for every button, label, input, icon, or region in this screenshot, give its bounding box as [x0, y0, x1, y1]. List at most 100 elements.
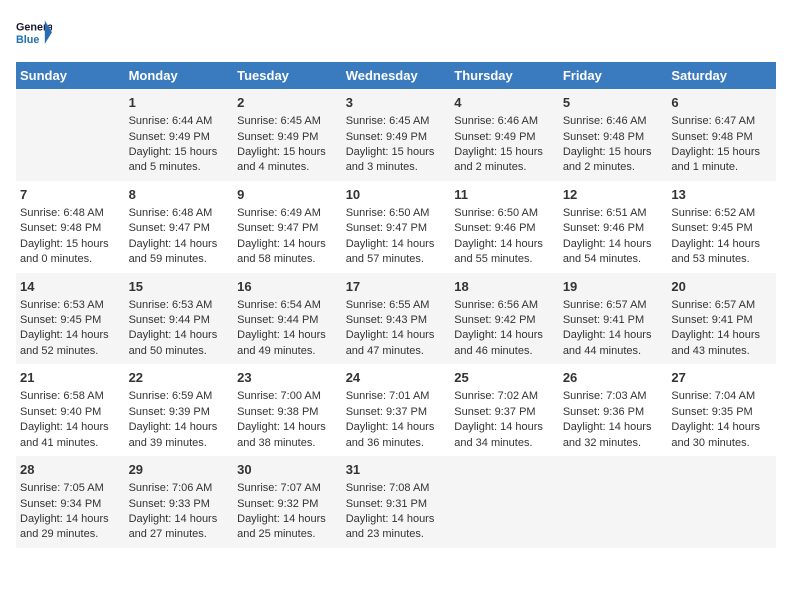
cell-info-line: Sunrise: 7:00 AM — [237, 389, 338, 404]
day-number: 2 — [237, 94, 338, 112]
header-row: SundayMondayTuesdayWednesdayThursdayFrid… — [16, 62, 776, 89]
calendar-cell: 2Sunrise: 6:45 AMSunset: 9:49 PMDaylight… — [233, 89, 342, 181]
day-number: 17 — [346, 278, 447, 296]
cell-info-line: Daylight: 14 hours — [129, 512, 230, 527]
cell-info-line: Sunset: 9:37 PM — [454, 405, 555, 420]
day-number: 18 — [454, 278, 555, 296]
cell-info-line: and 2 minutes. — [454, 160, 555, 175]
cell-info-line: Sunrise: 6:45 AM — [237, 114, 338, 129]
cell-info-line: Sunrise: 6:50 AM — [346, 206, 447, 221]
cell-info-line: Sunset: 9:38 PM — [237, 405, 338, 420]
day-number: 10 — [346, 186, 447, 204]
cell-info-line: Sunset: 9:47 PM — [237, 221, 338, 236]
day-number: 9 — [237, 186, 338, 204]
cell-info-line: Daylight: 14 hours — [346, 328, 447, 343]
calendar-table: SundayMondayTuesdayWednesdayThursdayFrid… — [16, 62, 776, 548]
calendar-cell: 7Sunrise: 6:48 AMSunset: 9:48 PMDaylight… — [16, 181, 125, 273]
cell-info-line: and 36 minutes. — [346, 436, 447, 451]
svg-text:Blue: Blue — [16, 34, 39, 46]
calendar-cell: 25Sunrise: 7:02 AMSunset: 9:37 PMDayligh… — [450, 364, 559, 456]
day-number: 27 — [671, 369, 772, 387]
cell-info-line: Daylight: 14 hours — [346, 420, 447, 435]
cell-info-line: Sunset: 9:44 PM — [129, 313, 230, 328]
calendar-cell: 24Sunrise: 7:01 AMSunset: 9:37 PMDayligh… — [342, 364, 451, 456]
cell-info-line: and 46 minutes. — [454, 344, 555, 359]
calendar-cell: 19Sunrise: 6:57 AMSunset: 9:41 PMDayligh… — [559, 273, 668, 365]
cell-info-line: Sunrise: 6:53 AM — [129, 298, 230, 313]
cell-info-line: Daylight: 15 hours — [454, 145, 555, 160]
cell-info-line: Sunrise: 6:55 AM — [346, 298, 447, 313]
cell-info-line: and 59 minutes. — [129, 252, 230, 267]
week-row-2: 14Sunrise: 6:53 AMSunset: 9:45 PMDayligh… — [16, 273, 776, 365]
calendar-cell: 27Sunrise: 7:04 AMSunset: 9:35 PMDayligh… — [667, 364, 776, 456]
day-number: 15 — [129, 278, 230, 296]
calendar-cell: 8Sunrise: 6:48 AMSunset: 9:47 PMDaylight… — [125, 181, 234, 273]
cell-info-line: Sunset: 9:48 PM — [20, 221, 121, 236]
cell-info-line: Sunrise: 6:48 AM — [129, 206, 230, 221]
day-number: 25 — [454, 369, 555, 387]
cell-info-line: Daylight: 14 hours — [454, 420, 555, 435]
cell-info-line: Daylight: 14 hours — [237, 237, 338, 252]
cell-info-line: and 43 minutes. — [671, 344, 772, 359]
cell-info-line: Daylight: 14 hours — [346, 237, 447, 252]
cell-info-line: and 34 minutes. — [454, 436, 555, 451]
cell-info-line: and 23 minutes. — [346, 527, 447, 542]
calendar-cell: 5Sunrise: 6:46 AMSunset: 9:48 PMDaylight… — [559, 89, 668, 181]
cell-info-line: Sunrise: 7:06 AM — [129, 481, 230, 496]
day-number: 19 — [563, 278, 664, 296]
cell-info-line: and 32 minutes. — [563, 436, 664, 451]
cell-info-line: Daylight: 14 hours — [454, 328, 555, 343]
page-header: GeneralBlue — [16, 16, 776, 52]
cell-info-line: Sunset: 9:48 PM — [563, 130, 664, 145]
day-number: 22 — [129, 369, 230, 387]
cell-info-line: and 53 minutes. — [671, 252, 772, 267]
cell-info-line: Daylight: 15 hours — [346, 145, 447, 160]
cell-info-line: Sunrise: 6:57 AM — [563, 298, 664, 313]
cell-info-line: Daylight: 14 hours — [20, 328, 121, 343]
day-number: 3 — [346, 94, 447, 112]
cell-info-line: and 49 minutes. — [237, 344, 338, 359]
cell-info-line: Daylight: 14 hours — [563, 328, 664, 343]
calendar-cell — [667, 456, 776, 548]
cell-info-line: and 0 minutes. — [20, 252, 121, 267]
cell-info-line: and 54 minutes. — [563, 252, 664, 267]
day-number: 5 — [563, 94, 664, 112]
calendar-cell: 15Sunrise: 6:53 AMSunset: 9:44 PMDayligh… — [125, 273, 234, 365]
header-wednesday: Wednesday — [342, 62, 451, 89]
calendar-cell: 21Sunrise: 6:58 AMSunset: 9:40 PMDayligh… — [16, 364, 125, 456]
cell-info-line: Daylight: 15 hours — [129, 145, 230, 160]
cell-info-line: Sunrise: 6:58 AM — [20, 389, 121, 404]
cell-info-line: Daylight: 14 hours — [237, 420, 338, 435]
calendar-cell: 16Sunrise: 6:54 AMSunset: 9:44 PMDayligh… — [233, 273, 342, 365]
cell-info-line: Daylight: 15 hours — [563, 145, 664, 160]
calendar-cell: 4Sunrise: 6:46 AMSunset: 9:49 PMDaylight… — [450, 89, 559, 181]
day-number: 16 — [237, 278, 338, 296]
calendar-cell — [450, 456, 559, 548]
day-number: 31 — [346, 461, 447, 479]
calendar-cell: 31Sunrise: 7:08 AMSunset: 9:31 PMDayligh… — [342, 456, 451, 548]
calendar-cell: 12Sunrise: 6:51 AMSunset: 9:46 PMDayligh… — [559, 181, 668, 273]
cell-info-line: Sunrise: 7:03 AM — [563, 389, 664, 404]
day-number: 26 — [563, 369, 664, 387]
cell-info-line: and 27 minutes. — [129, 527, 230, 542]
cell-info-line: Daylight: 14 hours — [129, 420, 230, 435]
cell-info-line: Sunrise: 7:07 AM — [237, 481, 338, 496]
cell-info-line: and 57 minutes. — [346, 252, 447, 267]
cell-info-line: Sunrise: 7:05 AM — [20, 481, 121, 496]
week-row-0: 1Sunrise: 6:44 AMSunset: 9:49 PMDaylight… — [16, 89, 776, 181]
cell-info-line: Sunrise: 6:53 AM — [20, 298, 121, 313]
calendar-cell: 17 Sunrise: 6:55 AMSunset: 9:43 PMDayligh… — [342, 273, 451, 365]
cell-info-line: and 4 minutes. — [237, 160, 338, 175]
cell-info-line: Daylight: 14 hours — [671, 420, 772, 435]
cell-info-line: Sunset: 9:40 PM — [20, 405, 121, 420]
cell-info-line: Sunset: 9:44 PM — [237, 313, 338, 328]
day-number: 28 — [20, 461, 121, 479]
cell-info-line: Sunset: 9:49 PM — [129, 130, 230, 145]
cell-info-line: Sunset: 9:48 PM — [671, 130, 772, 145]
logo: GeneralBlue — [16, 16, 52, 52]
calendar-cell: 3Sunrise: 6:45 AMSunset: 9:49 PMDaylight… — [342, 89, 451, 181]
cell-info-line: Sunrise: 6:45 AM — [346, 114, 447, 129]
calendar-cell: 9Sunrise: 6:49 AMSunset: 9:47 PMDaylight… — [233, 181, 342, 273]
cell-info-line: Sunset: 9:35 PM — [671, 405, 772, 420]
cell-info-line: Sunset: 9:43 PM — [346, 313, 447, 328]
